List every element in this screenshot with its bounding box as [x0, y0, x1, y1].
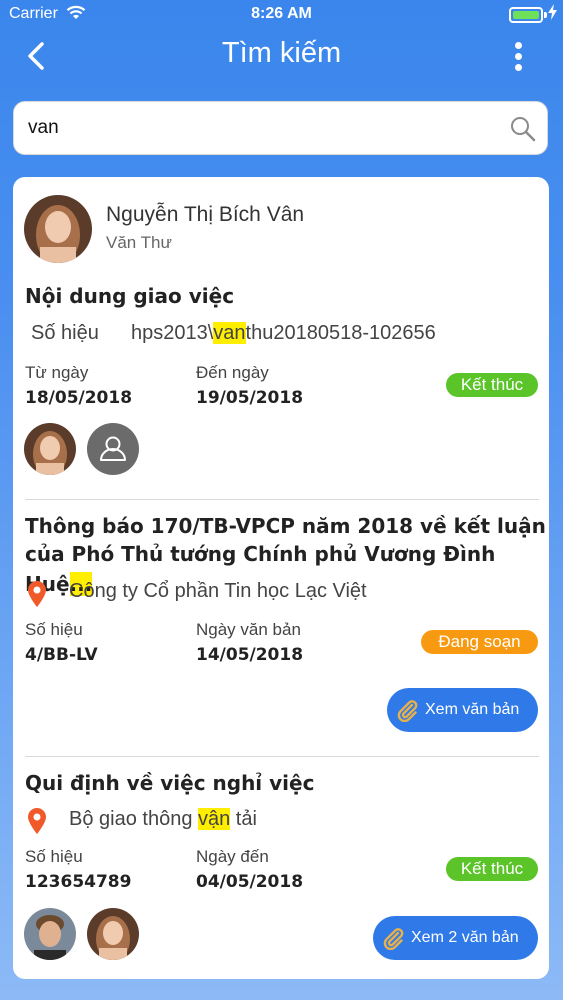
date-value: 14/05/2018: [196, 645, 304, 665]
status-badge: Kết thúc: [446, 373, 538, 397]
avatar: [24, 908, 76, 960]
organization-name: Công ty Cổ phần Tin học Lạc Việt: [69, 580, 367, 602]
status-badge: Đang soạn: [421, 630, 538, 654]
more-vertical-icon: [515, 42, 522, 49]
code-text: thu20180518-102656: [245, 322, 436, 344]
page-title: Tìm kiếm: [221, 37, 342, 69]
code-text: hps2013\: [131, 322, 214, 344]
battery-icon: [509, 7, 543, 23]
org-text: Bộ giao thông: [69, 808, 198, 830]
more-menu-button[interactable]: [515, 42, 523, 74]
from-date-label: Từ ngày: [25, 363, 89, 382]
status-badge: Kết thúc: [446, 857, 538, 881]
avatar: [87, 908, 139, 960]
avatar: [24, 423, 76, 475]
search-highlight: vận: [198, 808, 231, 830]
paperclip-icon: [397, 700, 418, 722]
code-label: Số hiệu: [25, 620, 83, 639]
result-title: Nội dung giao việc: [25, 284, 235, 308]
default-avatar-icon: [87, 423, 139, 475]
code-label: Số hiệu: [25, 847, 83, 866]
search-bar: [13, 101, 548, 155]
paperclip-icon: [383, 928, 404, 950]
date-value: 04/05/2018: [196, 872, 304, 892]
charging-bolt-icon: [548, 4, 557, 24]
result-item[interactable]: Qui định về việc nghỉ việc Bộ giao thông…: [13, 757, 549, 979]
location-pin-icon: [28, 808, 46, 834]
more-dot: [515, 64, 522, 71]
results-card: Nguyễn Thị Bích Vân Văn Thư Nội dung gia…: [13, 177, 549, 979]
person-name: Nguyễn Thị Bích Vân: [106, 203, 305, 226]
view-documents-button[interactable]: Xem 2 văn bản: [373, 916, 538, 960]
status-time: 8:26 AM: [251, 5, 312, 22]
org-text: tải: [230, 808, 257, 830]
code-value: hps2013\vanthu20180518-102656: [131, 322, 436, 345]
to-date-label: Đến ngày: [196, 363, 269, 382]
result-title-line-1: Thông báo 170/TB-VPCP năm 2018 về kết lu…: [25, 514, 546, 538]
more-dot: [515, 53, 522, 60]
button-label: Xem văn bản: [425, 701, 520, 718]
result-item[interactable]: Nguyễn Thị Bích Vân Văn Thư Nội dung gia…: [13, 177, 549, 499]
button-label: Xem 2 văn bản: [411, 929, 519, 946]
status-bar: Carrier 8:26 AM: [0, 0, 563, 30]
code-label: Số hiệu: [31, 322, 99, 344]
result-item[interactable]: Thông báo 170/TB-VPCP năm 2018 về kết lu…: [13, 500, 549, 756]
from-date-value: 18/05/2018: [25, 388, 133, 408]
code-value: 123654789: [25, 872, 132, 892]
code-value: 4/BB-LV: [25, 645, 98, 665]
search-highlight: van: [213, 322, 246, 344]
nav-bar: Tìm kiếm: [0, 30, 563, 82]
battery-tip: [544, 12, 547, 18]
location-pin-icon: [28, 581, 46, 607]
organization-name: Bộ giao thông vận tải: [69, 808, 257, 831]
date-label: Ngày đến: [196, 847, 269, 866]
search-icon[interactable]: [509, 115, 537, 143]
search-input[interactable]: [28, 102, 508, 154]
to-date-value: 19/05/2018: [196, 388, 304, 408]
date-label: Ngày văn bản: [196, 620, 301, 639]
result-title: Qui định về việc nghỉ việc: [25, 771, 315, 795]
view-document-button[interactable]: Xem văn bản: [387, 688, 538, 732]
person-role: Văn Thư: [106, 233, 172, 252]
avatar: [24, 195, 92, 263]
